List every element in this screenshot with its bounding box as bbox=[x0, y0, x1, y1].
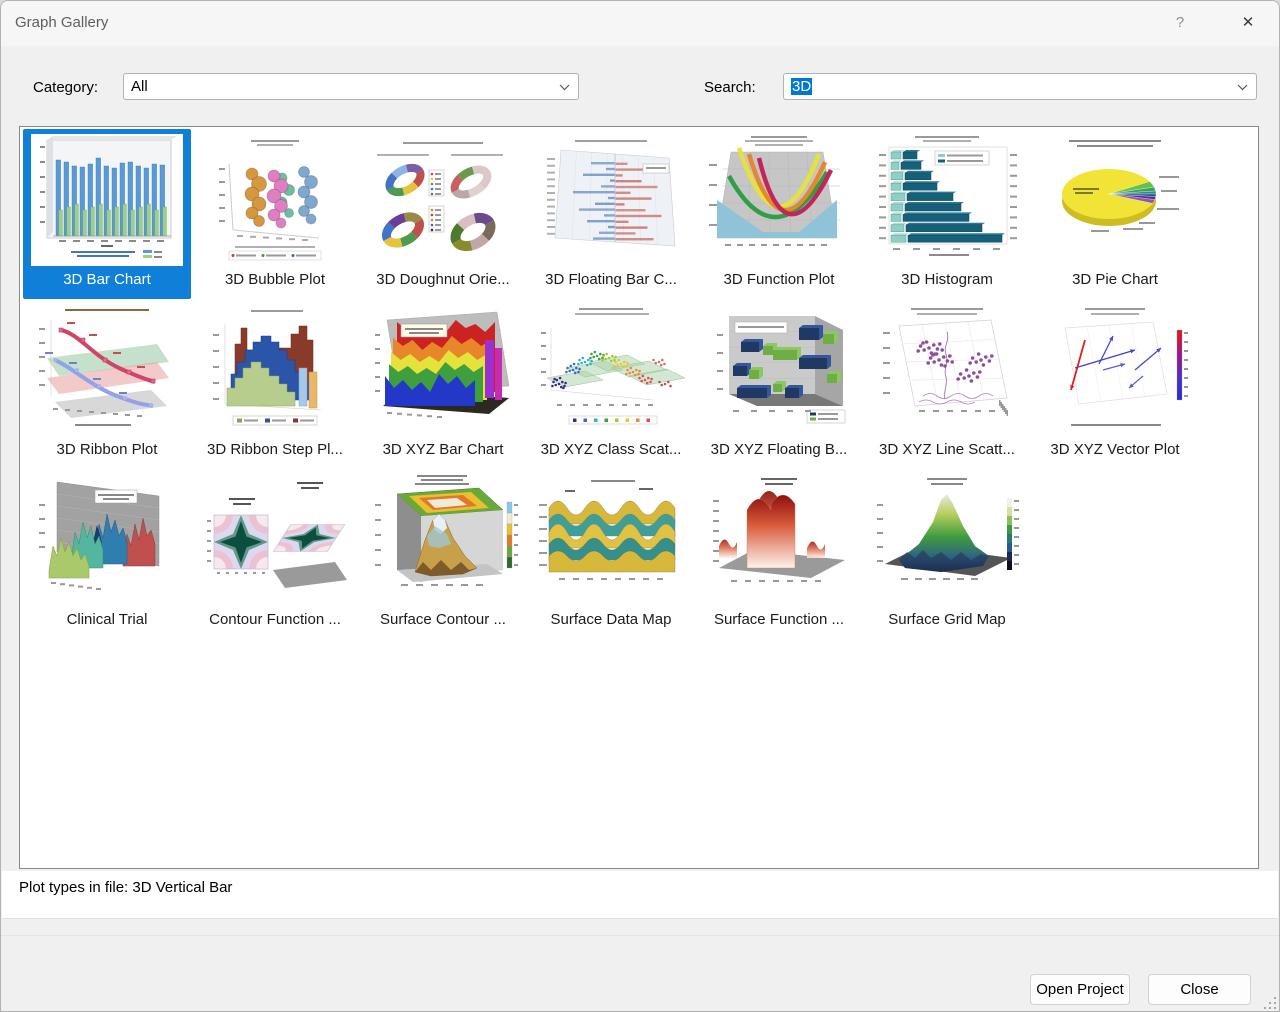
chevron-down-icon bbox=[559, 84, 570, 91]
gallery-item-3d-bubble-plot[interactable]: 3D Bubble Plot bbox=[191, 129, 359, 299]
gallery-grid: 3D Bar Chart 3D Bubble Plot 3D Doughnut Or… bbox=[20, 127, 1258, 639]
xyzfloating3d-thumbnail bbox=[703, 304, 855, 436]
vector3d-thumbnail bbox=[1039, 304, 1191, 436]
status-text: Plot types in file: 3D Vertical Bar bbox=[19, 879, 232, 896]
gallery-item-label: 3D Ribbon Step Pl... bbox=[207, 441, 343, 458]
surfacefunction-thumbnail bbox=[703, 474, 855, 606]
gallery-item-label: 3D XYZ Vector Plot bbox=[1050, 441, 1179, 458]
help-button[interactable]: ? bbox=[1166, 10, 1194, 36]
gallery-panel: 3D Bar Chart 3D Bubble Plot 3D Doughnut Or… bbox=[19, 126, 1259, 869]
gallery-item-surface-grid-map[interactable]: Surface Grid Map bbox=[863, 469, 1031, 639]
surfacedatamap-thumbnail bbox=[535, 474, 687, 606]
ribbonstep3d-thumbnail bbox=[199, 304, 351, 436]
pie3d-thumbnail bbox=[1039, 134, 1191, 266]
titlebar: Graph Gallery ? ✕ bbox=[1, 1, 1279, 46]
resize-grip[interactable] bbox=[1264, 996, 1276, 1008]
xyzbar3d-thumbnail bbox=[367, 304, 519, 436]
doughnut3d-thumbnail bbox=[367, 134, 519, 266]
gallery-item-label: 3D Floating Bar C... bbox=[545, 271, 677, 288]
contourfunction-thumbnail bbox=[199, 474, 351, 606]
gallery-item-3d-bar-chart[interactable]: 3D Bar Chart bbox=[23, 129, 191, 299]
gallery-item-label: 3D Bubble Plot bbox=[225, 271, 325, 288]
gallery-item-surface-function[interactable]: Surface Function ... bbox=[695, 469, 863, 639]
bar3d-thumbnail bbox=[31, 134, 183, 266]
gallery-item-label: Clinical Trial bbox=[67, 611, 148, 628]
chevron-down-icon bbox=[1237, 84, 1248, 91]
floatingbar3d-thumbnail bbox=[535, 134, 687, 266]
gallery-item-3d-function-plot[interactable]: 3D Function Plot bbox=[695, 129, 863, 299]
ribbon3d-thumbnail bbox=[31, 304, 183, 436]
footer-separator bbox=[1, 935, 1279, 936]
resize-grip-dots-icon bbox=[1264, 997, 1276, 1009]
close-button[interactable]: Close bbox=[1148, 974, 1251, 1005]
window-title: Graph Gallery bbox=[15, 14, 108, 31]
gallery-item-3d-ribbon-step-pl[interactable]: 3D Ribbon Step Pl... bbox=[191, 299, 359, 469]
category-dropdown[interactable]: All bbox=[123, 73, 579, 100]
surfacegridmap-thumbnail bbox=[871, 474, 1023, 606]
linescatter3d-thumbnail bbox=[871, 304, 1023, 436]
gallery-item-label: Surface Function ... bbox=[714, 611, 844, 628]
surfacecontour-thumbnail bbox=[367, 474, 519, 606]
gallery-item-label: 3D Doughnut Orie... bbox=[376, 271, 509, 288]
gallery-item-surface-contour[interactable]: Surface Contour ... bbox=[359, 469, 527, 639]
gallery-item-surface-data-map[interactable]: Surface Data Map bbox=[527, 469, 695, 639]
gallery-item-label: Surface Contour ... bbox=[380, 611, 506, 628]
category-value: All bbox=[131, 78, 148, 95]
search-value-selected: 3D bbox=[791, 78, 812, 95]
open-project-button[interactable]: Open Project bbox=[1030, 974, 1130, 1005]
gallery-item-3d-ribbon-plot[interactable]: 3D Ribbon Plot bbox=[23, 299, 191, 469]
function3d-thumbnail bbox=[703, 134, 855, 266]
search-label: Search: bbox=[704, 79, 756, 96]
clinicaltrial-thumbnail bbox=[31, 474, 183, 606]
status-bar: Plot types in file: 3D Vertical Bar bbox=[2, 871, 1278, 919]
gallery-item-3d-xyz-bar-chart[interactable]: 3D XYZ Bar Chart bbox=[359, 299, 527, 469]
graph-gallery-dialog: Graph Gallery ? ✕ Category: All Search: … bbox=[0, 0, 1280, 1012]
gallery-item-label: 3D XYZ Line Scatt... bbox=[879, 441, 1015, 458]
gallery-item-label: Surface Data Map bbox=[551, 611, 672, 628]
gallery-item-contour-function[interactable]: Contour Function ... bbox=[191, 469, 359, 639]
gallery-item-3d-pie-chart[interactable]: 3D Pie Chart bbox=[1031, 129, 1199, 299]
gallery-item-3d-doughnut-orie[interactable]: 3D Doughnut Orie... bbox=[359, 129, 527, 299]
gallery-item-label: 3D Pie Chart bbox=[1072, 271, 1158, 288]
classscatter3d-thumbnail bbox=[535, 304, 687, 436]
gallery-item-label: 3D XYZ Bar Chart bbox=[383, 441, 504, 458]
gallery-item-label: 3D Ribbon Plot bbox=[57, 441, 158, 458]
bubble3d-thumbnail bbox=[199, 134, 351, 266]
gallery-item-3d-floating-bar-c[interactable]: 3D Floating Bar C... bbox=[527, 129, 695, 299]
close-icon: ✕ bbox=[1242, 14, 1255, 31]
gallery-item-3d-xyz-class-scat[interactable]: 3D XYZ Class Scat... bbox=[527, 299, 695, 469]
category-label: Category: bbox=[33, 79, 98, 96]
question-icon: ? bbox=[1176, 14, 1184, 31]
titlebar-close-button[interactable]: ✕ bbox=[1233, 10, 1263, 36]
gallery-item-label: 3D Bar Chart bbox=[63, 271, 151, 288]
gallery-item-label: 3D Histogram bbox=[901, 271, 993, 288]
gallery-item-3d-xyz-vector-plot[interactable]: 3D XYZ Vector Plot bbox=[1031, 299, 1199, 469]
gallery-item-clinical-trial[interactable]: Clinical Trial bbox=[23, 469, 191, 639]
search-input[interactable]: 3D bbox=[783, 73, 1257, 100]
gallery-item-label: Surface Grid Map bbox=[888, 611, 1006, 628]
gallery-item-3d-histogram[interactable]: 3D Histogram bbox=[863, 129, 1031, 299]
gallery-item-3d-xyz-line-scatt[interactable]: 3D XYZ Line Scatt... bbox=[863, 299, 1031, 469]
gallery-item-label: 3D XYZ Floating B... bbox=[711, 441, 848, 458]
gallery-item-label: 3D XYZ Class Scat... bbox=[541, 441, 682, 458]
gallery-item-label: Contour Function ... bbox=[209, 611, 341, 628]
histogram3d-thumbnail bbox=[871, 134, 1023, 266]
gallery-item-3d-xyz-floating-b[interactable]: 3D XYZ Floating B... bbox=[695, 299, 863, 469]
gallery-item-label: 3D Function Plot bbox=[724, 271, 835, 288]
